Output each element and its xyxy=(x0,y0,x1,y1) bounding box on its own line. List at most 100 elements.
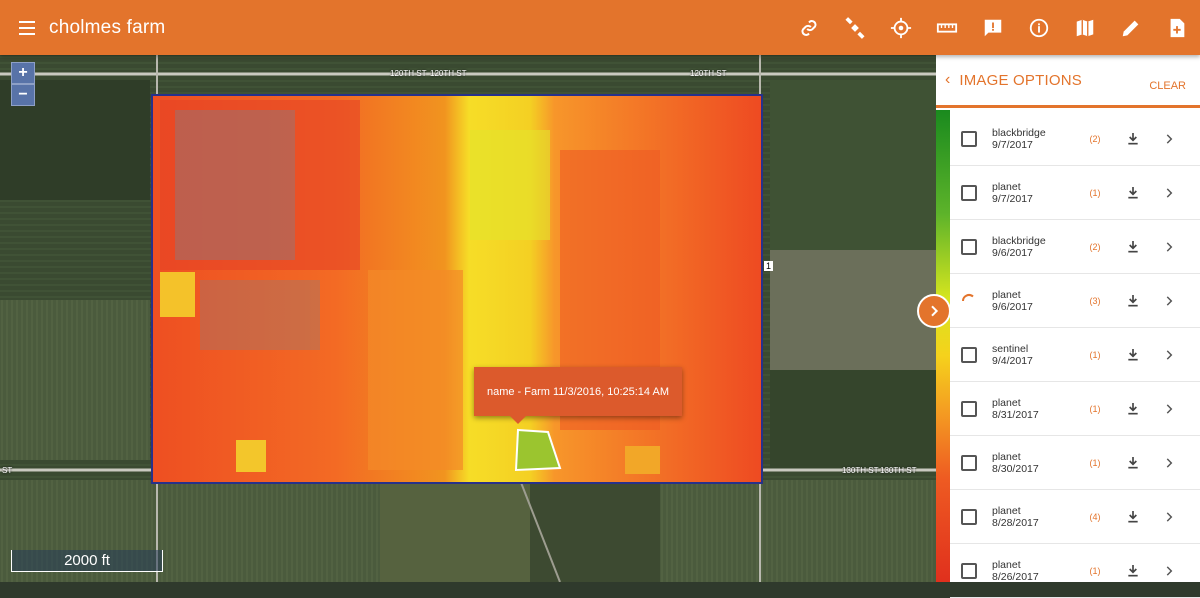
image-count-badge: (1) xyxy=(1089,403,1101,414)
list-item[interactable]: planet 8/28/2017 (4) xyxy=(950,490,1200,544)
menu-icon[interactable] xyxy=(14,15,40,41)
download-icon[interactable] xyxy=(1124,508,1142,526)
image-meta: blackbridge 9/6/2017 xyxy=(992,235,1084,259)
list-item[interactable]: planet 8/30/2017 (1) xyxy=(950,436,1200,490)
download-icon[interactable] xyxy=(1124,184,1142,202)
image-meta: planet 8/30/2017 xyxy=(992,451,1084,475)
chevron-right-icon[interactable] xyxy=(1162,292,1176,310)
link-icon[interactable] xyxy=(786,5,832,51)
list-item[interactable]: planet 9/7/2017 (1) xyxy=(950,166,1200,220)
image-source: planet xyxy=(992,180,1021,193)
chevron-right-icon[interactable] xyxy=(1162,130,1176,148)
chevron-right-icon[interactable] xyxy=(1162,508,1176,526)
download-icon[interactable] xyxy=(1124,400,1142,418)
image-source: sentinel xyxy=(992,342,1029,355)
app-title: cholmes farm xyxy=(49,16,166,38)
list-item[interactable]: blackbridge 9/7/2017 (2) xyxy=(950,112,1200,166)
image-count-badge: (1) xyxy=(1089,457,1101,468)
image-checkbox[interactable] xyxy=(961,454,977,471)
image-date: 8/31/2017 xyxy=(992,408,1039,421)
image-count-badge: (3) xyxy=(1089,295,1101,306)
download-icon[interactable] xyxy=(1124,292,1142,310)
road-label: 130TH ST xyxy=(880,466,917,475)
crosshair-icon[interactable] xyxy=(878,5,924,51)
image-meta: planet 8/26/2017 xyxy=(992,559,1084,583)
collapse-panel-button[interactable] xyxy=(917,294,951,328)
image-meta: planet 9/7/2017 xyxy=(992,181,1084,205)
satellite-icon[interactable] xyxy=(832,5,878,51)
back-icon[interactable]: ‹ xyxy=(945,71,950,89)
image-checkbox[interactable] xyxy=(961,400,977,417)
zoom-in-button[interactable]: + xyxy=(11,62,35,84)
chevron-right-icon[interactable] xyxy=(1162,184,1176,202)
image-date: 9/7/2017 xyxy=(992,138,1033,151)
chevron-right-icon[interactable] xyxy=(1162,346,1176,364)
image-meta: planet 8/28/2017 xyxy=(992,505,1084,529)
image-checkbox[interactable] xyxy=(961,184,977,201)
image-date: 8/26/2017 xyxy=(992,570,1039,583)
report-icon[interactable] xyxy=(970,5,1016,51)
image-source: blackbridge xyxy=(992,234,1046,247)
ruler-icon[interactable] xyxy=(924,5,970,51)
image-meta: planet 9/6/2017 xyxy=(992,289,1084,313)
image-checkbox[interactable] xyxy=(961,346,977,363)
image-date: 9/7/2017 xyxy=(992,192,1033,205)
add-document-icon[interactable] xyxy=(1154,5,1200,51)
chevron-right-icon[interactable] xyxy=(1162,238,1176,256)
road-label: ST xyxy=(2,466,13,475)
chevron-right-icon[interactable] xyxy=(1162,454,1176,472)
list-item[interactable]: planet 9/6/2017 (3) xyxy=(950,274,1200,328)
download-icon[interactable] xyxy=(1124,130,1142,148)
road-label: 120TH ST xyxy=(430,69,467,78)
pencil-icon[interactable] xyxy=(1108,5,1154,51)
road-label: 130TH ST xyxy=(842,466,879,475)
list-item[interactable]: sentinel 9/4/2017 (1) xyxy=(950,328,1200,382)
image-checkbox[interactable] xyxy=(961,562,977,579)
image-date: 9/6/2017 xyxy=(992,246,1033,259)
loading-spinner-icon xyxy=(962,293,974,301)
satellite-basemap xyxy=(0,55,936,582)
chevron-right-icon[interactable] xyxy=(1162,562,1176,580)
chevron-right-icon xyxy=(931,305,939,317)
image-checkbox[interactable] xyxy=(961,508,977,525)
image-checkbox[interactable] xyxy=(961,238,977,255)
clear-button[interactable]: CLEAR xyxy=(1149,80,1186,92)
map-icon[interactable] xyxy=(1062,5,1108,51)
image-source: planet xyxy=(992,504,1021,517)
image-source: planet xyxy=(992,396,1021,409)
image-meta: blackbridge 9/7/2017 xyxy=(992,127,1084,151)
image-checkbox[interactable] xyxy=(961,130,977,147)
download-icon[interactable] xyxy=(1124,238,1142,256)
image-source: planet xyxy=(992,450,1021,463)
image-count-badge: (4) xyxy=(1089,511,1101,522)
toolbar xyxy=(786,0,1200,55)
map-popup: name - Farm 11/3/2016, 10:25:14 AM xyxy=(474,367,682,424)
download-icon[interactable] xyxy=(1124,562,1142,580)
image-meta: sentinel 9/4/2017 xyxy=(992,343,1084,367)
list-item[interactable]: planet 8/31/2017 (1) xyxy=(950,382,1200,436)
road-label: 120TH ST xyxy=(690,69,727,78)
scale-bar: 2000 ft xyxy=(11,550,163,572)
download-icon[interactable] xyxy=(1124,346,1142,364)
panel-header: ‹ IMAGE OPTIONS CLEAR xyxy=(936,55,1200,108)
image-list: blackbridge 9/7/2017 (2) planet 9/7/2017… xyxy=(950,112,1200,598)
image-date: 9/6/2017 xyxy=(992,300,1033,313)
image-date: 9/4/2017 xyxy=(992,354,1033,367)
zoom-out-button[interactable]: − xyxy=(11,84,35,106)
image-count-badge: (1) xyxy=(1089,565,1101,576)
info-icon[interactable] xyxy=(1016,5,1062,51)
image-count-badge: (2) xyxy=(1089,241,1101,252)
chevron-right-icon[interactable] xyxy=(1162,400,1176,418)
download-icon[interactable] xyxy=(1124,454,1142,472)
map-view[interactable]: 120TH ST 120TH ST 120TH ST 130TH ST 130T… xyxy=(0,55,936,582)
image-source: planet xyxy=(992,288,1021,301)
ndvi-color-legend xyxy=(936,110,950,582)
image-meta: planet 8/31/2017 xyxy=(992,397,1084,421)
image-date: 8/30/2017 xyxy=(992,462,1039,475)
top-app-bar: cholmes farm xyxy=(0,0,1200,55)
list-item[interactable]: blackbridge 9/6/2017 (2) xyxy=(950,220,1200,274)
list-item[interactable]: planet 8/26/2017 (1) xyxy=(950,544,1200,598)
zoom-control: + − xyxy=(11,62,35,106)
image-count-badge: (1) xyxy=(1089,349,1101,360)
map-marker[interactable]: 1 xyxy=(764,261,774,271)
